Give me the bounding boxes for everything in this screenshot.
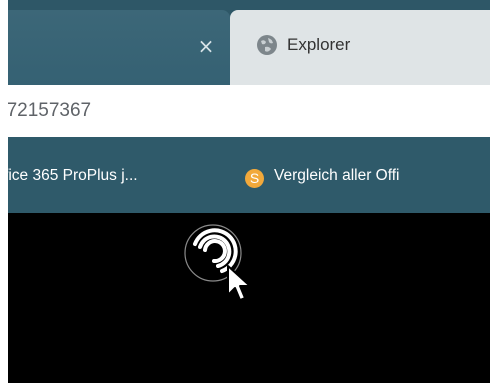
bookmark-label: Vergleich aller Offi: [274, 167, 400, 184]
toolbar: 372157367: [8, 85, 490, 142]
tab-active[interactable]: ×: [8, 10, 230, 85]
bookmarks-bar: ffice 365 ProPlus j... S Vergleich aller …: [8, 137, 490, 213]
mouse-pointer-icon: [227, 265, 251, 301]
tab-explorer[interactable]: Explorer: [230, 10, 490, 85]
bookmark-office-365[interactable]: ffice 365 ProPlus j...: [8, 165, 138, 187]
address-bar[interactable]: 372157367: [8, 85, 490, 137]
s-badge-icon: S: [245, 169, 264, 188]
browser-window: × Explorer 372157367 ffice 365 ProPlus j…: [8, 0, 490, 383]
globe-icon: [257, 35, 277, 55]
click-ripple-icon: [184, 224, 251, 301]
close-icon[interactable]: ×: [194, 34, 218, 58]
tab-title: Explorer: [287, 35, 351, 54]
bookmark-vergleich[interactable]: S Vergleich aller Offi: [245, 165, 400, 188]
address-bar-text[interactable]: 372157367: [8, 98, 91, 124]
tab-strip: × Explorer: [8, 0, 490, 85]
